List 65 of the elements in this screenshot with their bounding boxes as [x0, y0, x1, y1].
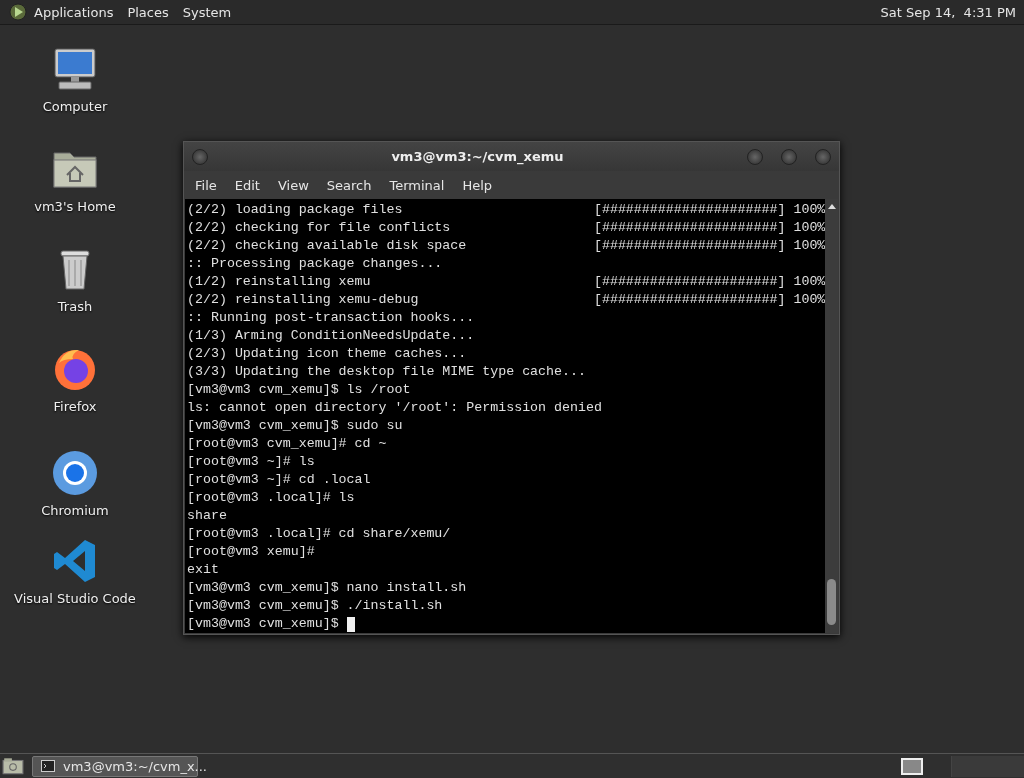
terminal-line: :: Processing package changes... — [187, 255, 443, 273]
terminal-line: [root@vm3 xemu]# — [187, 543, 315, 561]
workspace-switcher[interactable] — [951, 755, 1024, 777]
panel-menu[interactable]: System — [182, 4, 232, 20]
progress-percent: 100% — [793, 273, 826, 291]
terminal-line: [root@vm3 ~]# cd .local — [187, 471, 371, 489]
progress-bar-text: [######################] — [593, 219, 786, 237]
menu-item[interactable]: Help — [453, 177, 502, 193]
desktop-icon-label[interactable]: Visual Studio Code — [14, 591, 136, 606]
menu-item[interactable]: Search — [317, 177, 381, 193]
progress-bar-text: [######################] — [593, 201, 786, 219]
progress-percent: 100% — [793, 201, 826, 219]
desktop-icon-label[interactable]: vm3's Home — [34, 199, 116, 214]
terminal-line: [vm3@vm3 cvm_xemu]$ sudo su — [187, 417, 403, 435]
progress-percent: 100% — [793, 219, 826, 237]
minimize-button[interactable] — [747, 148, 763, 165]
desktop-icon-label[interactable]: Trash — [57, 299, 93, 314]
close-button[interactable] — [815, 148, 831, 165]
menu-item[interactable]: View — [268, 177, 318, 193]
terminal-line: (2/2) reinstalling xemu-debug — [187, 291, 420, 309]
scrollbar[interactable] — [825, 199, 838, 633]
menu-logo-icon[interactable] — [8, 2, 28, 22]
terminal-line: (2/3) Updating icon theme caches... — [187, 345, 467, 363]
terminal-line: exit — [187, 561, 219, 579]
window-menu-button[interactable] — [192, 148, 208, 165]
terminal-line: [root@vm3 cvm_xemu]# cd ~ — [187, 435, 387, 453]
terminal-line: [vm3@vm3 cvm_xemu]$ — [187, 615, 340, 633]
progress-bar-text: [######################] — [593, 273, 786, 291]
terminal-line: [vm3@vm3 cvm_xemu]$ nano install.sh — [187, 579, 467, 597]
panel-menu[interactable]: Places — [127, 4, 169, 20]
clock[interactable]: Sat Sep 14, 4:31 PM — [880, 4, 1016, 20]
menu-item[interactable]: Edit — [225, 177, 269, 193]
menu-item[interactable]: Terminal — [380, 177, 454, 193]
terminal-line: (1/3) Arming ConditionNeedsUpdate... — [187, 327, 475, 345]
maximize-button[interactable] — [781, 148, 797, 165]
show-desktop-icon[interactable] — [2, 757, 24, 775]
terminal-line: [vm3@vm3 cvm_xemu]$ ls /root — [187, 381, 411, 399]
menu-item[interactable]: File — [186, 177, 226, 193]
terminal-line: :: Running post-transaction hooks... — [187, 309, 475, 327]
terminal-line: [vm3@vm3 cvm_xemu]$ ./install.sh — [187, 597, 443, 615]
scroll-thumb[interactable] — [827, 579, 836, 625]
terminal-line: ls: cannot open directory '/root': Permission denied — [187, 399, 602, 417]
terminal-line: [root@vm3 ~]# ls — [187, 453, 315, 471]
progress-percent: 100% — [793, 291, 826, 309]
progress-percent: 100% — [793, 237, 826, 255]
terminal-line: share — [187, 507, 227, 525]
desktop-icon-label[interactable]: Computer — [42, 99, 108, 114]
terminal-line: [root@vm3 .local]# cd share/xemu/ — [187, 525, 451, 543]
progress-bar-text: [######################] — [593, 291, 786, 309]
terminal-line: (2/2) loading package files — [187, 201, 404, 219]
computer-icon[interactable] — [51, 45, 99, 93]
terminal-icon — [41, 760, 55, 772]
progress-bar-text: [######################] — [593, 237, 786, 255]
terminal-line: (2/2) checking available disk space — [187, 237, 468, 255]
desktop-icon-label[interactable]: Chromium — [41, 503, 109, 518]
taskbar-button-label: vm3@vm3:~/cvm_x... — [63, 758, 207, 774]
panel-menu[interactable]: Applications — [34, 4, 114, 20]
terminal-line: (2/2) checking for file conflicts — [187, 219, 452, 237]
chromium-icon[interactable] — [51, 449, 99, 497]
terminal-line: (1/2) reinstalling xemu — [187, 273, 372, 291]
terminal-line: (3/3) Updating the desktop file MIME type cache... — [187, 363, 586, 381]
terminal-line: [root@vm3 .local]# ls — [187, 489, 355, 507]
scroll-up-arrow-icon[interactable] — [826, 202, 837, 210]
window-title: vm3@vm3:~/cvm_xemu — [390, 149, 565, 164]
desktop-icon-label[interactable]: Firefox — [53, 399, 97, 414]
